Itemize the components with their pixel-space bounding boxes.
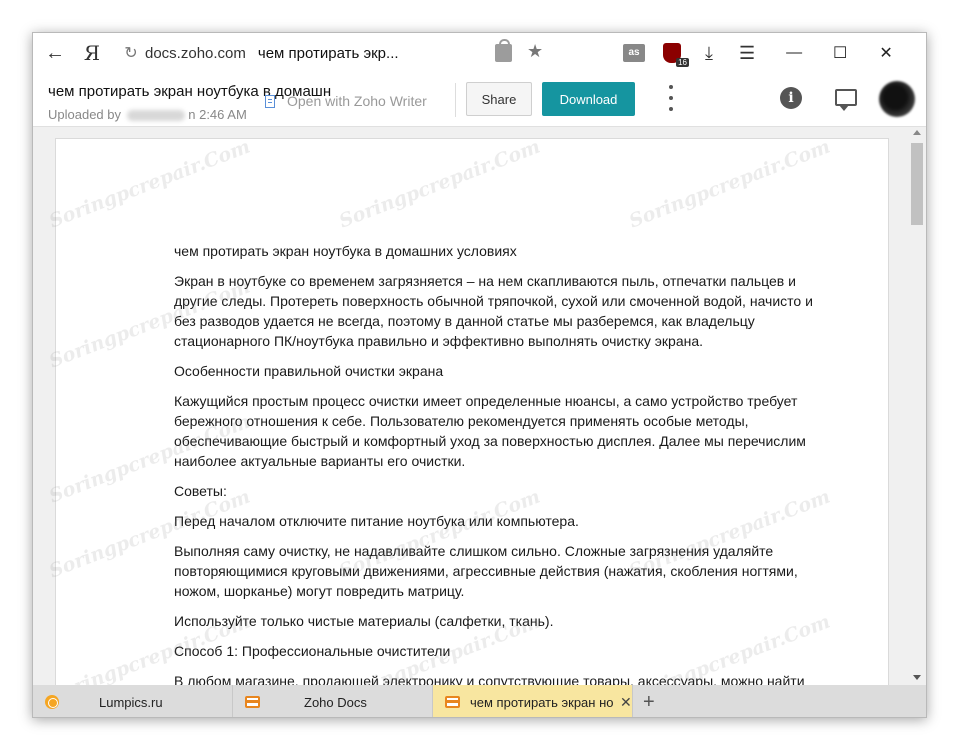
blurred-username [126, 110, 185, 122]
tab-label: Zoho Docs [304, 694, 367, 710]
tab-close-icon[interactable]: ✕ [620, 694, 632, 711]
minimize-icon[interactable]: — [771, 33, 817, 73]
document-icon [265, 94, 275, 108]
doc-paragraph: Кажущийся простым процесс очистки имеет … [174, 393, 806, 469]
tab-active-document[interactable]: чем протирать экран но ✕ [433, 685, 633, 717]
folder-favicon-icon [445, 696, 460, 708]
close-icon[interactable]: ✕ [863, 33, 909, 73]
toolbar-divider [455, 83, 456, 117]
star-icon[interactable]: ★ [527, 41, 543, 62]
lumpics-favicon-icon [45, 695, 59, 709]
tab-lumpics[interactable]: Lumpics.ru [33, 685, 233, 717]
doc-paragraph: Экран в ноутбуке со временем загрязняетс… [174, 273, 813, 349]
browser-window: ← Я ↻ docs.zoho.com чем протирать экр...… [32, 32, 927, 718]
share-button[interactable]: Share [466, 82, 532, 116]
uploaded-prefix: Uploaded by [48, 107, 121, 122]
address-bar[interactable]: ↻ docs.zoho.com чем протирать экр... ★ [117, 33, 567, 73]
uploaded-time: n 2:46 AM [188, 107, 247, 122]
url-domain: docs.zoho.com [145, 44, 246, 62]
download-icon[interactable]: ⤓ [705, 43, 713, 64]
document-content: чем протирать экран ноутбука в домашних … [174, 241, 834, 685]
ublock-extension-icon[interactable]: 16 [663, 43, 689, 67]
maximize-icon[interactable]: ☐ [817, 33, 863, 73]
scroll-thumb[interactable] [911, 143, 923, 225]
vertical-scrollbar[interactable] [908, 128, 926, 685]
lastfm-extension-icon[interactable]: as [623, 44, 645, 62]
tab-zoho-docs[interactable]: Zoho Docs [233, 685, 433, 717]
doc-paragraph: Выполняя саму очистку, не надавливайте с… [174, 543, 798, 599]
doc-paragraph: В любом магазине, продающей электронику … [174, 673, 805, 685]
doc-paragraph: Особенности правильной очистки экрана [174, 363, 444, 379]
back-arrow-icon[interactable]: ← [33, 33, 77, 73]
scroll-up-icon[interactable] [913, 130, 921, 135]
zoho-toolbar: чем протирать экран ноутбука в домашн Up… [33, 73, 926, 127]
ublock-badge: 16 [676, 58, 689, 67]
tab-label: Lumpics.ru [99, 694, 163, 710]
browser-toolbar: ← Я ↻ docs.zoho.com чем протирать экр...… [33, 33, 926, 73]
doc-paragraph: Способ 1: Профессиональные очистители [174, 643, 451, 659]
new-tab-icon[interactable]: + [643, 691, 655, 714]
open-with-label: Open with Zoho Writer [287, 93, 427, 109]
doc-paragraph: чем протирать экран ноутбука в домашних … [174, 243, 517, 259]
doc-paragraph: Советы: [174, 483, 227, 499]
download-button[interactable]: Download [542, 82, 635, 116]
doc-paragraph: Используйте только чистые материалы (сал… [174, 613, 554, 629]
more-options-icon[interactable] [665, 85, 677, 111]
folder-favicon-icon [245, 696, 260, 708]
doc-paragraph: Перед началом отключите питание ноутбука… [174, 513, 579, 529]
yandex-logo[interactable]: Я [77, 41, 107, 65]
scroll-down-icon[interactable] [913, 675, 921, 680]
hamburger-menu-icon[interactable]: ☰ [739, 43, 755, 64]
uploaded-info: Uploaded by n 2:46 AM [48, 107, 247, 122]
url-page-title: чем протирать экр... [257, 44, 399, 62]
open-with-writer-link[interactable]: Open with Zoho Writer [265, 93, 427, 109]
tab-bar: Lumpics.ru Zoho Docs чем протирать экран… [33, 685, 926, 717]
tab-label: чем протирать экран но [470, 694, 614, 710]
avatar[interactable] [879, 81, 915, 117]
reload-icon[interactable]: ↻ [117, 43, 145, 63]
document-viewer[interactable]: чем протирать экран ноутбука в домашних … [33, 128, 926, 685]
document-page: чем протирать экран ноутбука в домашних … [55, 138, 889, 685]
lock-icon[interactable] [495, 39, 512, 62]
comment-icon[interactable] [835, 89, 857, 111]
info-icon[interactable]: i [780, 87, 802, 109]
